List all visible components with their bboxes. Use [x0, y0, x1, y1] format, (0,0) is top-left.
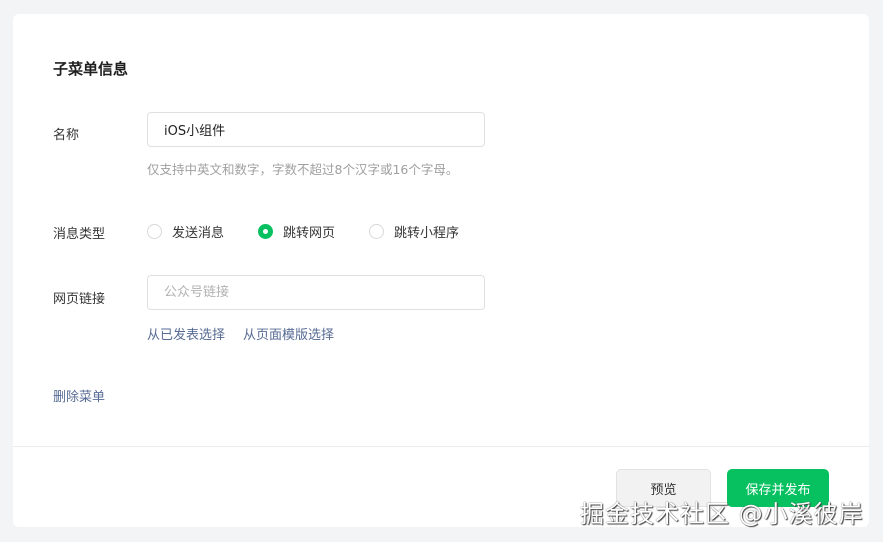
name-input[interactable] — [147, 112, 485, 147]
radio-jump-miniprogram[interactable]: 跳转小程序 — [369, 222, 459, 241]
radio-label: 跳转小程序 — [394, 226, 460, 241]
radio-circle-icon — [147, 224, 162, 239]
select-from-published-link[interactable]: 从已发表选择 — [147, 328, 225, 343]
page-link-options: 从已发表选择 从页面模版选择 — [147, 324, 352, 343]
message-type-radio-group: 发送消息 跳转网页 跳转小程序 — [147, 222, 493, 241]
page-link-label: 网页链接 — [53, 292, 106, 307]
radio-label: 跳转网页 — [283, 226, 336, 241]
radio-label: 发送消息 — [172, 226, 225, 241]
select-from-template-link[interactable]: 从页面模版选择 — [243, 328, 334, 343]
divider — [13, 446, 869, 447]
page-link-input[interactable] — [147, 275, 485, 310]
radio-checked-icon — [258, 224, 274, 239]
section-title: 子菜单信息 — [53, 60, 129, 78]
name-label: 名称 — [53, 128, 80, 143]
submenu-card: 子菜单信息 名称 仅支持中英文和数字，字数不超过8个汉字或16个字母。 消息类型… — [13, 14, 869, 527]
radio-send-message[interactable]: 发送消息 — [147, 222, 224, 241]
radio-jump-webpage[interactable]: 跳转网页 — [258, 222, 335, 241]
message-type-label: 消息类型 — [53, 227, 106, 242]
watermark: 掘金技术社区 @小溪彼岸 — [580, 500, 864, 528]
radio-circle-icon — [369, 224, 385, 239]
name-hint: 仅支持中英文和数字，字数不超过8个汉字或16个字母。 — [147, 162, 459, 177]
delete-menu-link[interactable]: 删除菜单 — [53, 386, 105, 405]
